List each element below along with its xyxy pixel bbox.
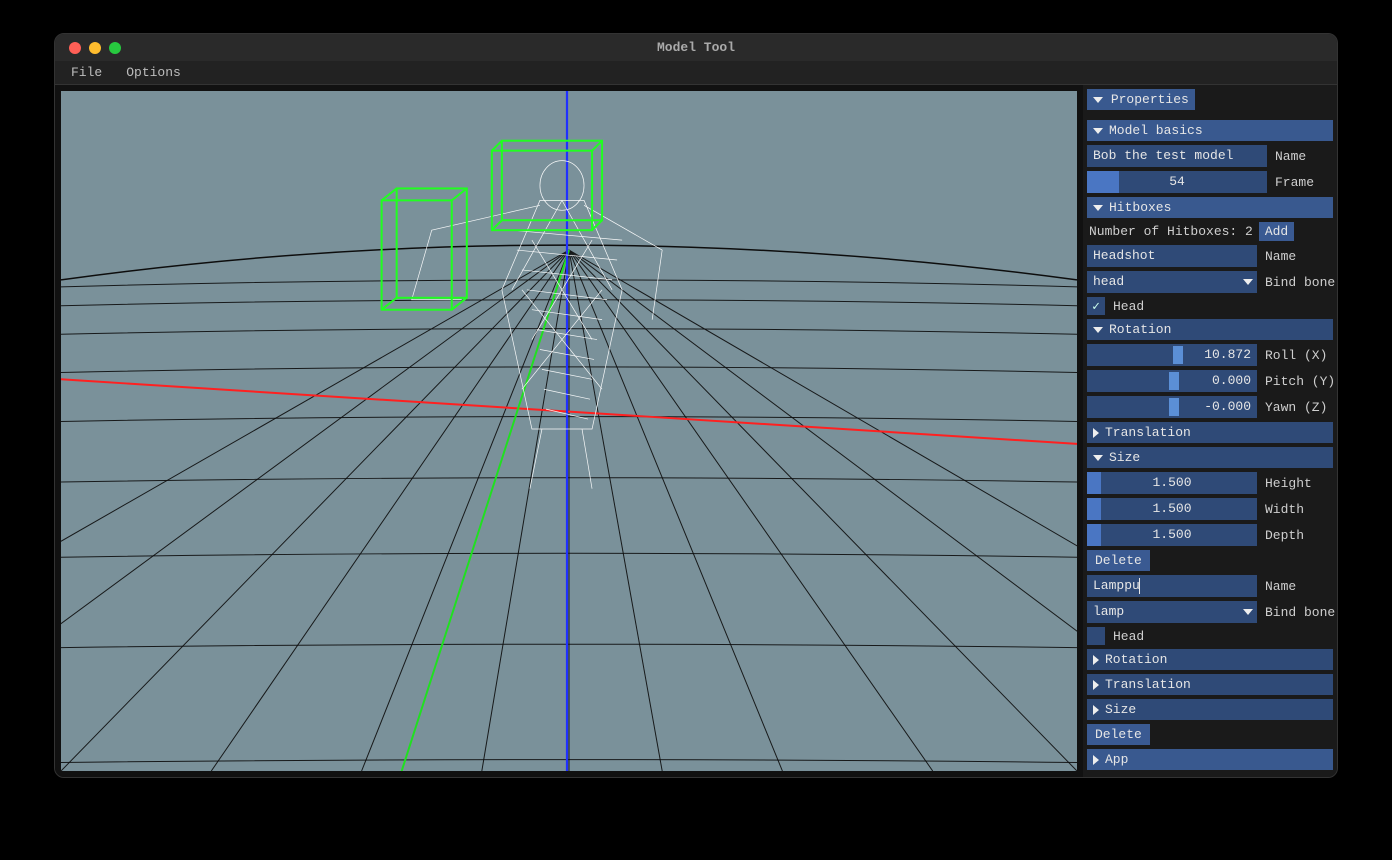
chevron-down-icon <box>1243 279 1253 285</box>
hitbox2-bind-bone-select[interactable]: lamp <box>1087 601 1257 623</box>
chevron-down-icon <box>1093 327 1103 333</box>
properties-tab[interactable]: Properties <box>1087 89 1195 110</box>
menu-file[interactable]: File <box>61 63 112 82</box>
pitch-input[interactable]: 0.000 <box>1087 370 1257 392</box>
window-title: Model Tool <box>55 40 1337 55</box>
hitbox2-size-header[interactable]: Size <box>1087 699 1333 720</box>
yaw-input[interactable]: -0.000 <box>1087 396 1257 418</box>
titlebar: Model Tool <box>55 34 1337 61</box>
section-label: Size <box>1109 450 1140 465</box>
hitbox2-head-label: Head <box>1109 629 1144 644</box>
hitbox1-rotation-header[interactable]: Rotation <box>1087 319 1333 340</box>
section-label: Model basics <box>1109 123 1203 138</box>
roll-label: Roll (X) <box>1261 348 1333 363</box>
chevron-down-icon <box>1093 97 1103 103</box>
hitbox1-head-label: Head <box>1109 299 1144 314</box>
app-window: Model Tool File Options <box>54 33 1338 778</box>
hitbox-count-text: Number of Hitboxes: 2 <box>1087 222 1255 241</box>
height-slider[interactable]: 1.500 <box>1087 472 1257 494</box>
section-label: Rotation <box>1105 652 1167 667</box>
chevron-right-icon <box>1093 428 1099 438</box>
menu-options[interactable]: Options <box>116 63 191 82</box>
delete-hitbox2-button[interactable]: Delete <box>1087 724 1150 745</box>
minimize-window-button[interactable] <box>89 42 101 54</box>
height-label: Height <box>1261 476 1333 491</box>
frame-slider[interactable]: 54 <box>1087 171 1267 193</box>
depth-slider[interactable]: 1.500 <box>1087 524 1257 546</box>
properties-tab-label: Properties <box>1111 92 1189 107</box>
hitbox2-bind-label: Bind bone <box>1261 605 1333 620</box>
section-label: Size <box>1105 702 1136 717</box>
hitbox1-head-checkbox[interactable]: ✓ <box>1087 297 1105 315</box>
hitbox1-size-header[interactable]: Size <box>1087 447 1333 468</box>
maximize-window-button[interactable] <box>109 42 121 54</box>
hitbox2-rotation-header[interactable]: Rotation <box>1087 649 1333 670</box>
delete-hitbox1-button[interactable]: Delete <box>1087 550 1150 571</box>
menubar: File Options <box>55 61 1337 85</box>
section-model-basics[interactable]: Model basics <box>1087 120 1333 141</box>
yaw-label: Yawn (Z) <box>1261 400 1333 415</box>
section-label: Rotation <box>1109 322 1171 337</box>
hitbox2-name-input[interactable]: Lamppu <box>1087 575 1257 597</box>
chevron-right-icon <box>1093 705 1099 715</box>
hitbox1-translation-header[interactable]: Translation <box>1087 422 1333 443</box>
hitbox1-name-label: Name <box>1261 249 1333 264</box>
hitbox2-name-label: Name <box>1261 579 1333 594</box>
chevron-right-icon <box>1093 755 1099 765</box>
section-hitboxes[interactable]: Hitboxes <box>1087 197 1333 218</box>
chevron-down-icon <box>1093 128 1103 134</box>
chevron-down-icon <box>1093 455 1103 461</box>
depth-label: Depth <box>1261 528 1333 543</box>
section-label: Translation <box>1105 425 1191 440</box>
properties-panel: Properties Model basics Bob the test mod… <box>1083 85 1337 777</box>
roll-input[interactable]: 10.872 <box>1087 344 1257 366</box>
hitbox1-bind-label: Bind bone <box>1261 275 1333 290</box>
content-area: Properties Model basics Bob the test mod… <box>55 85 1337 777</box>
chevron-right-icon <box>1093 680 1099 690</box>
width-slider[interactable]: 1.500 <box>1087 498 1257 520</box>
section-label: Translation <box>1105 677 1191 692</box>
hitbox1-name-input[interactable]: Headshot <box>1087 245 1257 267</box>
window-controls <box>55 42 121 54</box>
width-label: Width <box>1261 502 1333 517</box>
chevron-down-icon <box>1093 205 1103 211</box>
hitbox2-translation-header[interactable]: Translation <box>1087 674 1333 695</box>
hitbox1-bind-bone-select[interactable]: head <box>1087 271 1257 293</box>
viewport-scene <box>61 91 1077 771</box>
3d-viewport[interactable] <box>61 91 1077 771</box>
add-hitbox-button[interactable]: Add <box>1259 222 1294 241</box>
chevron-down-icon <box>1243 609 1253 615</box>
model-name-label: Name <box>1271 149 1333 164</box>
pitch-label: Pitch (Y) <box>1261 374 1333 389</box>
close-window-button[interactable] <box>69 42 81 54</box>
model-name-input[interactable]: Bob the test model <box>1087 145 1267 167</box>
section-label: Hitboxes <box>1109 200 1171 215</box>
hitbox2-head-checkbox[interactable] <box>1087 627 1105 645</box>
section-app[interactable]: App <box>1087 749 1333 770</box>
section-label: App <box>1105 752 1128 767</box>
viewport-container <box>55 85 1083 777</box>
frame-label: Frame <box>1271 175 1333 190</box>
chevron-right-icon <box>1093 655 1099 665</box>
